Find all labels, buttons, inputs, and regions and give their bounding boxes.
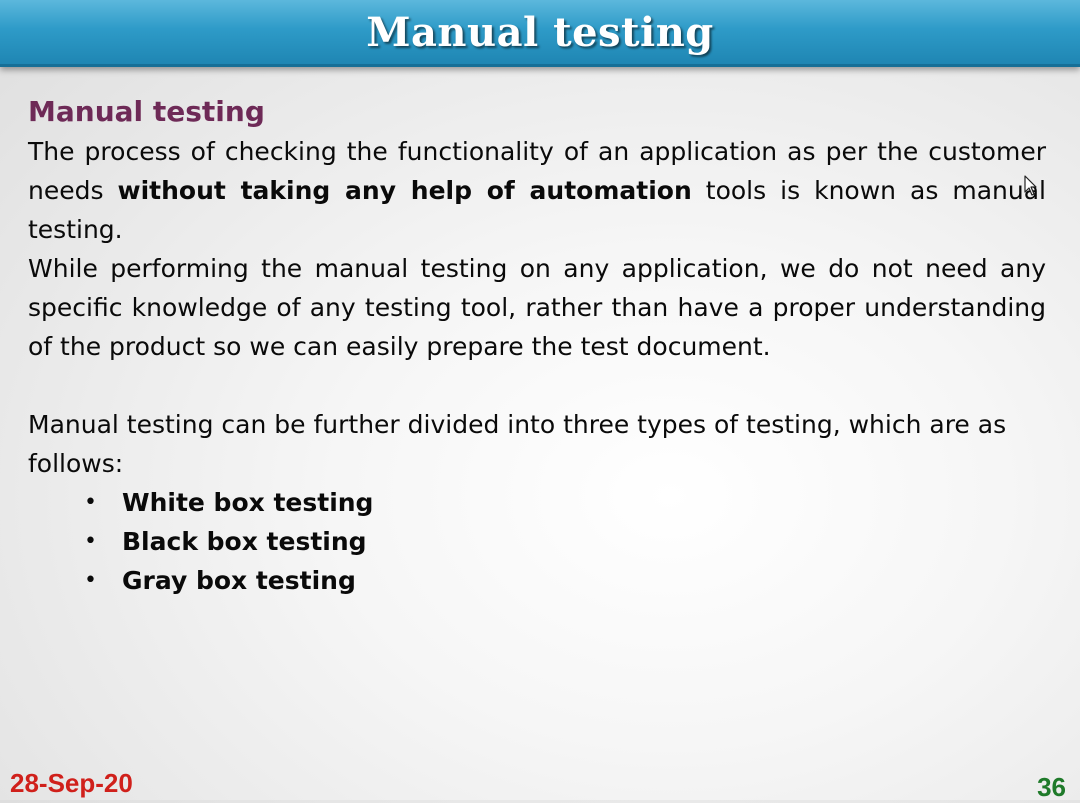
list-item-label: Gray box testing [122, 566, 356, 595]
slide-page-number: 36 [1037, 772, 1066, 802]
mouse-pointer-icon [1024, 175, 1037, 196]
slide-content: Manual testing The process of checking t… [28, 92, 1046, 600]
slide-title-bar: Manual testing [0, 0, 1080, 67]
knowledge-paragraph: While performing the manual testing on a… [28, 254, 1046, 361]
testing-types-list: • White box testing • Black box testing … [28, 483, 1046, 600]
list-item-label: White box testing [122, 488, 374, 517]
types-intro-paragraph: Manual testing can be further divided in… [28, 410, 1007, 478]
definition-paragraph: The process of checking the functionalit… [28, 132, 1046, 249]
list-item: • White box testing [84, 483, 1046, 522]
list-item: • Gray box testing [84, 561, 1046, 600]
slide-title: Manual testing [366, 8, 714, 56]
bullet-icon: • [84, 490, 97, 515]
definition-emphasis: without taking any help of automation [117, 176, 692, 205]
bullet-icon: • [84, 568, 97, 593]
footer-date: 28-Sep-20 [10, 768, 133, 798]
list-item: • Black box testing [84, 522, 1046, 561]
section-heading: Manual testing [28, 95, 265, 128]
list-item-label: Black box testing [122, 527, 367, 556]
bullet-icon: • [84, 529, 97, 554]
